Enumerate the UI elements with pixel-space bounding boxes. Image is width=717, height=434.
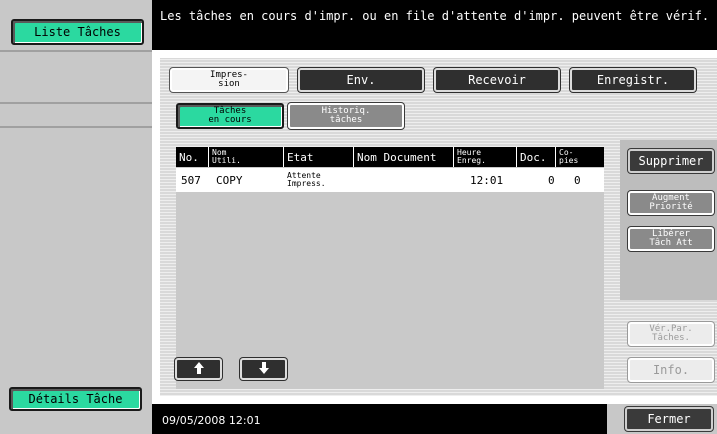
table-row[interactable]: 507 COPY Attente Impress. 12:01 0 0 [176,168,604,192]
arrow-up-icon [193,360,205,379]
check-settings-label-line2: Tâches. [652,333,690,343]
left-divider [0,102,152,104]
cell-user: COPY [216,173,243,187]
cell-status-line2: Impress. [287,179,326,188]
job-table-header: No. Nom Utili. Etat Nom Document Heure E… [176,147,604,167]
subtab-current-jobs[interactable]: Tâches en cours [176,103,284,129]
cell-status: Attente Impress. [287,168,326,192]
raise-priority-button[interactable]: Augment Priorité [628,191,714,215]
left-panel [0,0,152,434]
cell-docs: 0 [548,173,555,187]
footer-datetime: 09/05/2008 12:01 [152,404,607,434]
scroll-down-button[interactable] [240,358,287,380]
col-doc-name: Nom Document [354,147,454,167]
raise-priority-label-line2: Priorité [649,202,693,212]
col-copies: Co- pies [556,147,604,167]
tab-print-label-line2: sion [218,79,240,89]
col-status: Etat [284,147,354,167]
col-time: Heure Enreg. [454,147,517,167]
left-divider [0,126,152,128]
subtab-job-history[interactable]: Historiq. tâches [288,103,404,129]
release-held-button[interactable]: Libérer Tâch Att [628,227,714,251]
task-details-button[interactable]: Détails Tâche [9,387,142,411]
col-docs: Doc. [517,147,556,167]
subtab-current-label-line2: en cours [208,115,252,125]
tab-print[interactable]: Impres- sion [170,68,288,92]
scroll-up-button[interactable] [175,358,222,380]
check-job-settings-button[interactable]: Vér.Par. Tâches. [628,322,714,346]
tab-save[interactable]: Enregistr. [570,68,696,92]
cell-copies: 0 [574,173,581,187]
col-copies-line2: pies [559,156,579,165]
info-button[interactable]: Info. [628,358,714,382]
col-user: Nom Utili. [209,147,284,167]
tab-receive[interactable]: Recevoir [434,68,560,92]
delete-button[interactable]: Supprimer [628,149,714,173]
cell-no: 507 [181,173,201,187]
task-list-button[interactable]: Liste Tâches [11,19,144,45]
arrow-down-icon [258,360,270,379]
release-label-line2: Tâch Att [649,238,693,248]
col-time-line2: Enreg. [457,156,486,165]
cell-time: 12:01 [470,173,504,187]
close-button[interactable]: Fermer [625,407,713,431]
status-message: Les tâches en cours d'impr. ou en file d… [152,0,717,50]
col-user-line2: Utili. [212,156,241,165]
left-divider [0,50,152,52]
tab-send[interactable]: Env. [298,68,424,92]
col-no: No. [176,147,209,167]
subtab-history-label-line2: tâches [329,115,363,125]
